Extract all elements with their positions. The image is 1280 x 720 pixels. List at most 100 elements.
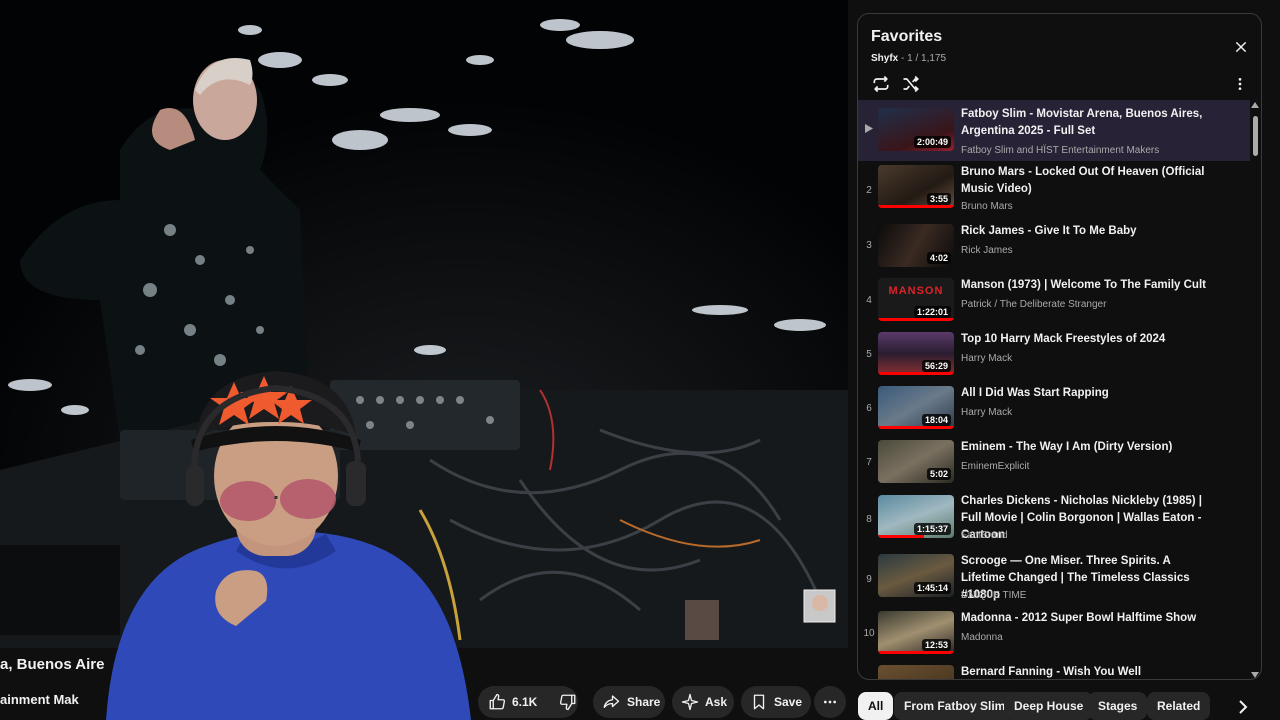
playlist-menu-button[interactable]: [1230, 72, 1250, 96]
item-index: 8: [866, 514, 872, 525]
playlist-title: Favorites: [871, 28, 943, 45]
chip-deep-house[interactable]: Deep House: [1004, 692, 1094, 720]
playlist-item[interactable]: 9 1:45:14 Scrooge — One Miser. Three Spi…: [858, 550, 1250, 607]
chip-related[interactable]: Related: [1147, 692, 1211, 720]
video-thumbnail: 56:29: [878, 332, 954, 375]
scroll-down-icon[interactable]: [1251, 672, 1259, 678]
video-thumbnail: 1:45:14: [878, 554, 954, 597]
watch-progress: [878, 205, 954, 208]
duration-badge: 12:53: [921, 639, 951, 651]
playlist-panel: Favorites Shyfx - 1 / 1,175 2:00:49 Fatb…: [857, 13, 1262, 680]
item-title: Rick James - Give It To Me Baby: [961, 225, 1137, 237]
thumbnail-text: MANSON: [888, 285, 944, 297]
video-thumbnail: 1:15:37: [878, 495, 954, 538]
item-title: Manson (1973) | Welcome To The Family Cu…: [961, 279, 1206, 291]
duration-badge: 5:02: [926, 468, 951, 480]
watch-progress: [878, 651, 954, 654]
playlist-item[interactable]: 8 1:15:37 Charles Dickens - Nicholas Nic…: [858, 490, 1250, 550]
item-channel: Rick James: [961, 245, 1013, 256]
dislike-button[interactable]: [549, 693, 587, 711]
loop-button[interactable]: [868, 72, 894, 96]
playlist-item[interactable]: 10 12:53 Madonna - 2012 Super Bowl Halft…: [858, 607, 1250, 661]
watch-progress: [878, 372, 954, 375]
item-channel: UNIQUE TIME: [961, 590, 1027, 601]
share-label: Share: [627, 695, 661, 709]
item-title: Bernard Fanning - Wish You Well: [961, 666, 1142, 678]
duration-badge: 2:00:49: [913, 136, 951, 148]
item-channel: Bruno Mars: [961, 201, 1013, 212]
item-index: 10: [863, 628, 875, 639]
playlist-item[interactable]: 5 56:29 Top 10 Harry Mack Freestyles of …: [858, 328, 1250, 382]
playlist-item[interactable]: 4 MANSON 1:22:01 Manson (1973) | Welcome…: [858, 274, 1250, 328]
video-thumbnail: 2:00:49: [878, 108, 954, 151]
bookmark-icon: [753, 694, 765, 710]
shuffle-button[interactable]: [898, 72, 924, 96]
item-title: All I Did Was Start Rapping: [961, 387, 1109, 399]
chips-next-button[interactable]: [1234, 697, 1252, 717]
save-button[interactable]: Save: [741, 686, 811, 718]
chip-from-fatboy-slim[interactable]: From Fatboy Slim: [894, 692, 1016, 720]
item-title: Bruno Mars - Locked Out Of Heaven (Offic…: [961, 166, 1205, 195]
watch-progress: [878, 318, 954, 321]
duration-badge: 3:55: [926, 193, 951, 205]
duration-badge: 56:29: [921, 360, 951, 372]
video-thumbnail: 4:02: [878, 224, 954, 267]
scroll-up-icon[interactable]: [1251, 102, 1259, 108]
webcam-overlay: [106, 371, 471, 720]
item-channel: Madonna: [961, 632, 1003, 643]
duration-badge: 4:02: [926, 252, 951, 264]
more-actions-button[interactable]: [814, 686, 846, 718]
video-thumbnail: MANSON 1:22:01: [878, 278, 954, 321]
shuffle-icon: [903, 75, 919, 93]
item-index: 7: [866, 457, 872, 468]
playlist-item[interactable]: 2:00:49 Fatboy Slim - Movistar Arena, Bu…: [858, 100, 1250, 161]
now-playing-icon: [860, 124, 878, 136]
item-channel: Harry Mack: [961, 353, 1013, 364]
playlist-item[interactable]: Bernard Fanning - Wish You Well: [858, 661, 1250, 679]
close-icon: [1235, 41, 1247, 53]
item-index: 6: [866, 403, 872, 414]
sparkle-icon: [681, 693, 699, 711]
item-channel: Harry Mack: [961, 407, 1013, 418]
playlist-position: - 1 / 1,175: [901, 53, 947, 64]
playlist-scrollbar[interactable]: [1250, 100, 1260, 679]
item-index: 3: [866, 240, 872, 251]
item-title: Madonna - 2012 Super Bowl Halftime Show: [961, 612, 1197, 624]
like-button[interactable]: 6.1K: [478, 693, 537, 711]
item-channel: FamBrand: [961, 530, 1008, 541]
video-thumbnail: 5:02: [878, 440, 954, 483]
chip-all[interactable]: All: [858, 692, 894, 720]
duration-badge: 18:04: [921, 414, 951, 426]
watch-progress: [878, 535, 924, 538]
share-button[interactable]: Share: [593, 686, 665, 718]
item-title: Top 10 Harry Mack Freestyles of 2024: [961, 333, 1166, 345]
item-channel: Fatboy Slim and HÏST Entertainment Maker…: [961, 145, 1160, 156]
channel-name[interactable]: ainment Mak: [0, 692, 79, 707]
playlist-meta: Shyfx - 1 / 1,175: [871, 53, 946, 64]
item-channel: EminemExplicit: [961, 461, 1030, 472]
duration-badge: 1:22:01: [913, 306, 951, 318]
save-label: Save: [774, 695, 803, 709]
item-title: Fatboy Slim - Movistar Arena, Buenos Air…: [961, 108, 1203, 137]
item-channel: Patrick / The Deliberate Stranger: [961, 299, 1107, 310]
playlist-owner[interactable]: Shyfx: [871, 53, 898, 64]
duration-badge: 1:15:37: [913, 523, 951, 535]
close-button[interactable]: [1227, 36, 1255, 58]
chip-stages[interactable]: Stages: [1088, 692, 1148, 720]
video-thumbnail: 3:55: [878, 165, 954, 208]
ask-button[interactable]: Ask: [672, 686, 734, 718]
share-icon: [603, 695, 620, 708]
scrollbar-thumb[interactable]: [1253, 116, 1258, 156]
like-count: 6.1K: [512, 695, 538, 709]
playlist-item[interactable]: 6 18:04 All I Did Was Start Rapping Harr…: [858, 382, 1250, 436]
playlist-item[interactable]: 3 4:02 Rick James - Give It To Me Baby R…: [858, 220, 1250, 274]
playlist-item[interactable]: 2 3:55 Bruno Mars - Locked Out Of Heaven…: [858, 161, 1250, 220]
item-index: 9: [866, 574, 872, 585]
more-horizontal-icon: [824, 700, 836, 704]
video-thumbnail: 12:53: [878, 611, 954, 654]
item-title: Eminem - The Way I Am (Dirty Version): [961, 441, 1173, 453]
item-index: 2: [866, 185, 872, 196]
item-index: 5: [866, 349, 872, 360]
playlist-item[interactable]: 7 5:02 Eminem - The Way I Am (Dirty Vers…: [858, 436, 1250, 490]
chevron-right-icon: [1239, 700, 1248, 714]
